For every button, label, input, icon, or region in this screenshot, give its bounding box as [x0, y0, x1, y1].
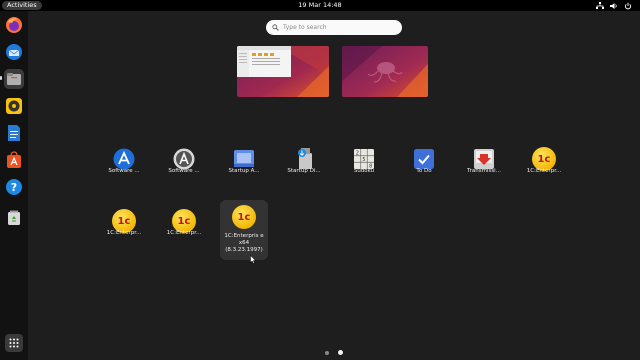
grid-icon	[9, 338, 19, 348]
app-label: 1C:Enterpr...	[526, 168, 562, 174]
app-1c-enterprise-1[interactable]: 1с 1C:Enterpr...	[520, 142, 568, 202]
page-indicator-1[interactable]	[325, 351, 329, 355]
writer-icon	[8, 125, 20, 141]
app-1c-enterprise-x64[interactable]: 1с 1C:Enterpris e x64 (8.3.23.1997)	[220, 200, 268, 260]
search-bar[interactable]	[266, 20, 402, 35]
app-label: Transmissi...	[467, 168, 501, 174]
app-label: Sudoku	[353, 168, 375, 174]
firefox-icon	[6, 17, 22, 33]
app-1c-enterprise-2[interactable]: 1с 1C:Enterpr...	[100, 204, 148, 264]
search-input[interactable]	[283, 24, 393, 31]
dock-item-files[interactable]	[4, 69, 24, 89]
app-sudoku[interactable]: 258 Sudoku	[340, 142, 388, 202]
top-bar: Activities 19 Mar 14:48	[0, 0, 640, 11]
onec-icon: 1с	[232, 205, 256, 229]
app-software-updater[interactable]: Software ...	[160, 142, 208, 202]
system-tray[interactable]	[596, 1, 632, 10]
app-label: Software ...	[108, 168, 140, 174]
app-software-store[interactable]: Software ...	[100, 142, 148, 202]
dock-item-firefox[interactable]	[4, 15, 24, 35]
software-icon	[7, 151, 21, 168]
dock-item-rhythmbox[interactable]	[4, 96, 24, 116]
app-transmission[interactable]: Transmissi...	[460, 142, 508, 202]
svg-text:?: ?	[11, 181, 17, 194]
app-label: Software ...	[168, 168, 200, 174]
files-icon	[7, 73, 21, 85]
rhythmbox-icon	[6, 98, 22, 114]
mouse-cursor-icon	[250, 255, 256, 264]
show-apps-button[interactable]	[5, 334, 23, 352]
workspace-1-thumbnail[interactable]	[237, 46, 329, 97]
dock-running-indicator	[0, 76, 2, 80]
app-label: 1C:Enterpris e x64 (8.3.23.1997)	[224, 233, 264, 253]
clock[interactable]: 19 Mar 14:48	[0, 1, 640, 10]
app-startup-applications[interactable]: Startup A...	[220, 142, 268, 202]
app-1c-enterprise-3[interactable]: 1с 1C:Enterpr...	[160, 204, 208, 264]
trash-icon	[8, 210, 20, 225]
dock-item-software[interactable]	[4, 150, 24, 170]
svg-text:2: 2	[356, 151, 359, 157]
dock-item-thunderbird[interactable]	[4, 42, 24, 62]
dock-item-writer[interactable]	[4, 123, 24, 143]
wallpaper	[237, 46, 329, 97]
search-icon	[272, 24, 279, 31]
app-to-do[interactable]: To Do	[400, 142, 448, 202]
wallpaper	[342, 46, 428, 97]
svg-text:5: 5	[362, 157, 365, 163]
dock: ?	[0, 11, 28, 360]
app-startup-disk-creator[interactable]: Startup Di...	[280, 142, 328, 202]
app-label: 1C:Enterpr...	[106, 230, 142, 236]
page-indicator-2[interactable]	[338, 350, 343, 355]
thunderbird-icon	[6, 44, 22, 60]
dock-item-trash[interactable]	[4, 208, 24, 228]
volume-icon	[610, 2, 617, 9]
dock-item-help[interactable]: ?	[4, 177, 24, 197]
app-label: 1C:Enterpr...	[166, 230, 202, 236]
app-label: Startup A...	[228, 168, 260, 174]
network-icon	[596, 1, 604, 9]
app-label: Startup Di...	[287, 168, 321, 174]
files-window-thumbnail	[237, 46, 291, 77]
power-icon	[624, 2, 632, 9]
workspace-2-thumbnail[interactable]	[342, 46, 428, 97]
app-label: To Do	[416, 168, 432, 174]
help-icon: ?	[6, 179, 22, 195]
